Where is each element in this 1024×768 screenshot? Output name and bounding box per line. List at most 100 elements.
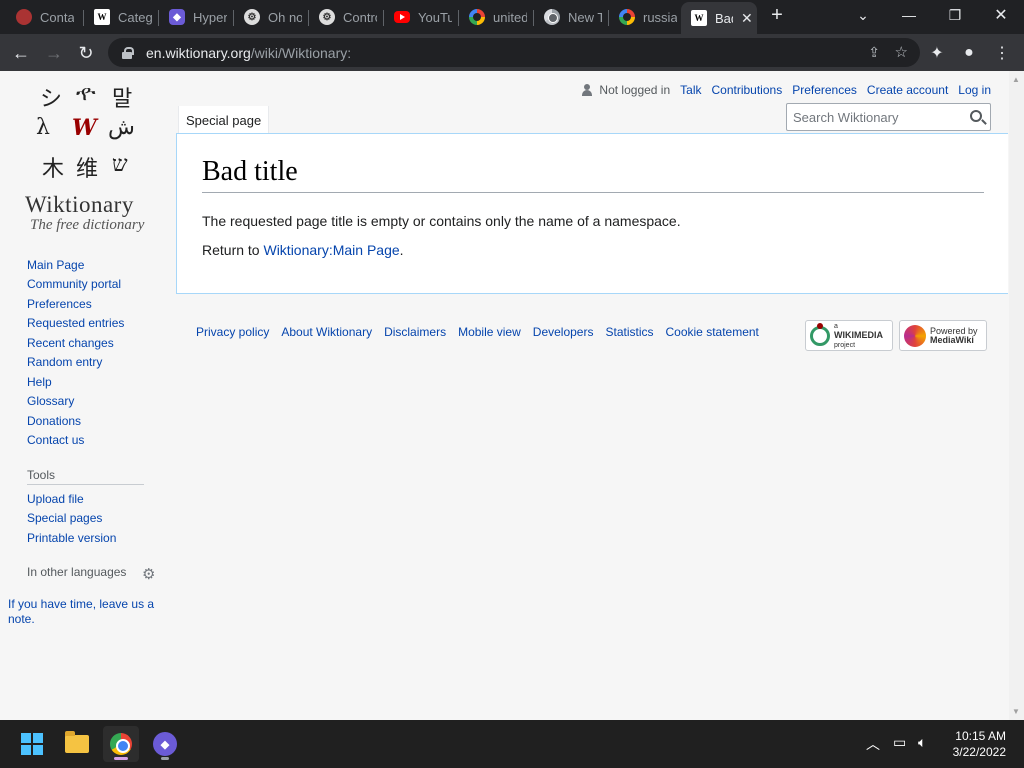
url-domain: en.wiktionary.org — [146, 44, 251, 61]
start-button[interactable] — [14, 726, 50, 762]
badge-line: MediaWiki — [930, 334, 974, 345]
sidebar-item-random-entry[interactable]: Random entry — [27, 355, 102, 369]
sidebar-item-recent-changes[interactable]: Recent changes — [27, 336, 114, 350]
search-icon[interactable] — [970, 110, 982, 122]
scroll-up-icon[interactable]: ▲ — [1012, 75, 1020, 84]
chrome-taskbar-button[interactable] — [103, 726, 139, 762]
contributions-link[interactable]: Contributions — [711, 83, 782, 97]
extensions-icon[interactable]: ✦ — [922, 38, 952, 68]
chevron-up-icon[interactable]: ︿ — [866, 734, 880, 754]
browser-tab[interactable]: russia — [609, 4, 681, 30]
menu-icon[interactable]: ⋮ — [987, 38, 1017, 68]
tab-title: Oh no — [268, 9, 302, 25]
sidebar-item-printable-version[interactable]: Printable version — [27, 531, 116, 545]
tab-title: Conta — [40, 9, 74, 25]
developers-link[interactable]: Developers — [533, 325, 594, 339]
hyper-taskbar-button[interactable]: ◆ — [147, 726, 183, 762]
mediawiki-logo-icon — [904, 324, 926, 347]
back-icon[interactable]: ← — [6, 38, 36, 68]
about-link[interactable]: About Wiktionary — [281, 325, 372, 339]
github-icon: ⚙ — [244, 9, 260, 25]
talk-link[interactable]: Talk — [680, 83, 701, 97]
taskbar: ◆ ︿ ▭ 🔈︎ 10:15 AM 3/22/2022 — [0, 720, 1024, 768]
page-title: Bad title — [202, 156, 298, 187]
sidebar-item-upload-file[interactable]: Upload file — [27, 492, 84, 506]
scroll-down-icon[interactable]: ▼ — [1012, 707, 1020, 716]
mediawiki-badge[interactable]: Powered by MediaWiki — [899, 320, 987, 351]
wikimedia-badge[interactable]: a WIKIMEDIA project — [805, 320, 893, 351]
tab-search-icon[interactable]: ⌄ — [840, 0, 886, 30]
minimize-icon[interactable]: — — [886, 0, 932, 30]
browser-tab-active[interactable]: W Bad ✕ — [681, 2, 757, 34]
browser-tab[interactable]: ◆ Hyper — [159, 4, 234, 30]
reload-icon[interactable]: ↻ — [71, 38, 101, 68]
cookie-statement-link[interactable]: Cookie statement — [666, 325, 759, 339]
sidebar-item-requested-entries[interactable]: Requested entries — [27, 316, 124, 330]
browser-tab[interactable]: ⚙ Oh no — [234, 4, 309, 30]
sidebar-item-help[interactable]: Help — [27, 375, 52, 389]
wikimedia-logo-icon — [810, 322, 830, 346]
wikimedia-badge-text: a WIKIMEDIA project — [834, 321, 883, 350]
browser-tab[interactable]: ⚙ Contro — [309, 4, 384, 30]
close-tab-icon[interactable]: ✕ — [741, 10, 753, 27]
logo-glyph: λ — [36, 115, 50, 140]
hyper-icon: ◆ — [153, 732, 177, 756]
browser-tab[interactable]: W Catego — [84, 4, 159, 30]
leave-note-link[interactable]: If you have time, leave us a note. — [8, 597, 178, 627]
privacy-policy-link[interactable]: Privacy policy — [196, 325, 269, 339]
mediawiki-badge-text: Powered by MediaWiki — [930, 326, 978, 345]
browser-tab[interactable]: YouTu — [384, 4, 459, 30]
address-bar[interactable]: en.wiktionary.org/wiki/Wiktionary: ⇪ ☆ — [108, 38, 920, 67]
sidebar-item-glossary[interactable]: Glossary — [27, 394, 74, 408]
preferences-link[interactable]: Preferences — [792, 83, 857, 97]
browser-tab[interactable]: united — [459, 4, 534, 30]
main-page-link[interactable]: Wiktionary:Main Page — [263, 242, 399, 258]
tab-title: united — [493, 9, 527, 25]
tools-heading[interactable]: Tools — [27, 468, 55, 482]
statistics-link[interactable]: Statistics — [605, 325, 653, 339]
close-window-icon[interactable]: ✕ — [978, 0, 1024, 30]
bookmark-star-icon[interactable]: ☆ — [895, 43, 908, 61]
lock-icon — [122, 46, 134, 59]
mobile-view-link[interactable]: Mobile view — [458, 325, 521, 339]
tab-title: Bad — [715, 10, 733, 26]
disclaimers-link[interactable]: Disclaimers — [384, 325, 446, 339]
gear-icon[interactable]: ⚙ — [142, 565, 155, 583]
browser-tab[interactable]: Conta — [6, 4, 84, 30]
tab-title: russia — [643, 9, 677, 25]
running-indicator — [114, 757, 128, 760]
browser-tab[interactable]: New T — [534, 4, 609, 30]
log-in-link[interactable]: Log in — [958, 83, 991, 97]
windows-logo-icon — [21, 733, 43, 755]
languages-heading[interactable]: In other languages — [27, 565, 126, 579]
sidebar-item-community-portal[interactable]: Community portal — [27, 277, 121, 291]
clock[interactable]: 10:15 AM 3/22/2022 — [953, 728, 1006, 760]
tab-strip: Conta W Catego ◆ Hyper ⚙ Oh no ⚙ Contro YouT… — [0, 0, 1024, 34]
new-tab-button[interactable]: + — [755, 0, 799, 30]
page-scrollbar[interactable]: ▲ ▼ — [1009, 71, 1024, 720]
restore-icon[interactable]: ❐ — [932, 0, 978, 30]
divider — [27, 484, 144, 485]
tab-special-page[interactable]: Special page — [178, 106, 270, 134]
wiktionary-logo[interactable]: シ ዯ 말 λ W ش 木 维 ש Wiktionary The free di… — [20, 77, 160, 233]
sidebar-item-preferences[interactable]: Preferences — [27, 297, 92, 311]
forward-icon[interactable]: → — [39, 38, 69, 68]
search-input[interactable] — [793, 109, 963, 125]
sidebar-item-contact-us[interactable]: Contact us — [27, 433, 84, 447]
file-explorer-button[interactable] — [59, 726, 95, 762]
divider — [202, 192, 984, 193]
logo-glyph: W — [72, 115, 97, 141]
network-icon[interactable]: ▭ — [893, 734, 906, 751]
user-icon — [581, 84, 593, 96]
create-account-link[interactable]: Create account — [867, 83, 948, 97]
volume-icon[interactable]: 🔈︎ — [918, 734, 926, 751]
tab-title: New T — [568, 9, 602, 25]
time: 10:15 AM — [955, 729, 1006, 743]
sidebar-item-donations[interactable]: Donations — [27, 414, 81, 428]
url-path: /wiki/Wiktionary: — [250, 44, 352, 61]
sidebar-item-main-page[interactable]: Main Page — [27, 258, 84, 272]
sidebar-item-special-pages[interactable]: Special pages — [27, 511, 102, 525]
youtube-icon — [394, 11, 410, 23]
profile-icon[interactable]: ● — [954, 38, 984, 68]
share-icon[interactable]: ⇪ — [868, 44, 880, 61]
